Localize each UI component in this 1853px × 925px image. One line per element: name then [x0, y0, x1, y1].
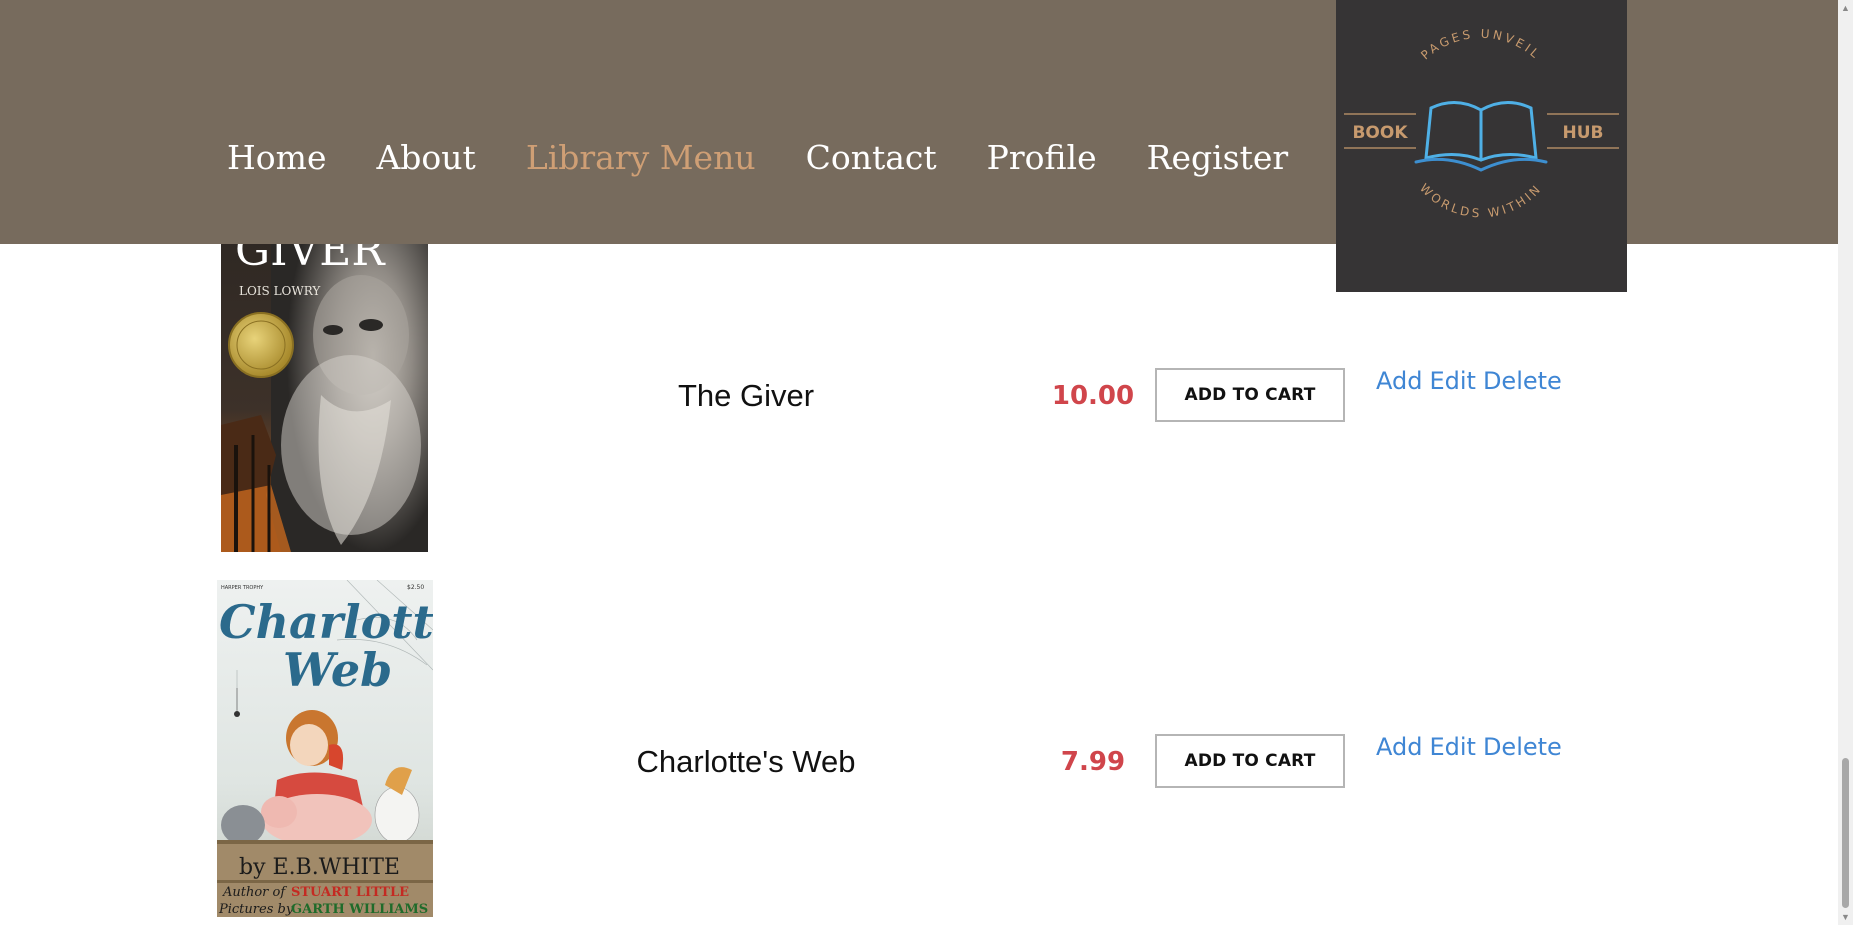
cover-author-text: LOIS LOWRY — [239, 284, 321, 298]
vertical-scrollbar[interactable]: ▲ ▼ — [1838, 0, 1853, 925]
cover-title-line1: Charlotte's — [219, 595, 433, 649]
nav-link-about[interactable]: About — [376, 138, 475, 177]
cover-publisher-text: HARPER TROPHY — [221, 585, 264, 591]
nav-link-library-menu[interactable]: Library Menu — [526, 138, 756, 177]
edit-link[interactable]: Edit — [1429, 733, 1475, 761]
svg-text:PAGES UNVEIL: PAGES UNVEIL — [1418, 27, 1544, 63]
cover-author-of-prefix: Author of — [222, 885, 287, 900]
cover-author-text: by E.B.WHITE — [239, 855, 400, 880]
cover-title-line2: Web — [283, 643, 392, 697]
cover-illustrator: GARTH WILLIAMS — [291, 902, 428, 917]
nav-link-contact[interactable]: Contact — [806, 138, 937, 177]
book-actions: Add Edit Delete — [1376, 367, 1569, 395]
main-nav: Home About Library Menu Contact Profile Regis… — [227, 138, 1338, 177]
add-to-cart-button[interactable]: ADD TO CART — [1155, 734, 1345, 788]
nav-link-register[interactable]: Register — [1147, 138, 1289, 177]
edit-link[interactable]: Edit — [1429, 367, 1475, 395]
delete-link[interactable]: Delete — [1483, 733, 1562, 761]
add-link[interactable]: Add — [1376, 367, 1422, 395]
scrollbar-thumb[interactable] — [1842, 758, 1849, 908]
logo-bottom-text: WORLDS WITHIN — [1417, 181, 1542, 221]
book-price: 10.00 — [1051, 381, 1135, 411]
scroll-up-arrow-icon[interactable]: ▲ — [1838, 0, 1853, 16]
svg-text:WORLDS WITHIN: WORLDS WITHIN — [1417, 181, 1545, 221]
logo-left-text: BOOK — [1352, 123, 1408, 143]
book-actions: Add Edit Delete — [1376, 733, 1569, 761]
cover-author-of-title: STUART LITTLE — [291, 885, 409, 900]
open-book-icon — [1414, 101, 1548, 172]
cover-pictures-prefix: Pictures by — [218, 902, 294, 917]
cover-price-tag: $2.50 — [407, 584, 424, 591]
add-link[interactable]: Add — [1376, 733, 1422, 761]
book-price: 7.99 — [1060, 747, 1126, 777]
scroll-down-arrow-icon[interactable]: ▼ — [1838, 909, 1853, 925]
logo-top-text: PAGES UNVEIL — [1418, 27, 1541, 63]
book-cover-image[interactable]: HARPER TROPHY $2.50 Charlotte's Web — [217, 580, 433, 917]
delete-link[interactable]: Delete — [1483, 367, 1562, 395]
book-cover-image[interactable]: GIVER LOIS LOWRY — [221, 195, 428, 552]
book-title: Charlotte's Web — [636, 744, 856, 779]
site-logo[interactable]: PAGES UNVEIL WORLDS WITHIN BOOK HUB — [1336, 0, 1627, 292]
nav-link-home[interactable]: Home — [227, 138, 326, 177]
logo-right-text: HUB — [1563, 123, 1604, 143]
add-to-cart-button[interactable]: ADD TO CART — [1155, 368, 1345, 422]
book-title: The Giver — [677, 378, 815, 413]
book-hub-logo: PAGES UNVEIL WORLDS WITHIN BOOK HUB — [1344, 27, 1619, 221]
nav-link-profile[interactable]: Profile — [987, 138, 1097, 177]
